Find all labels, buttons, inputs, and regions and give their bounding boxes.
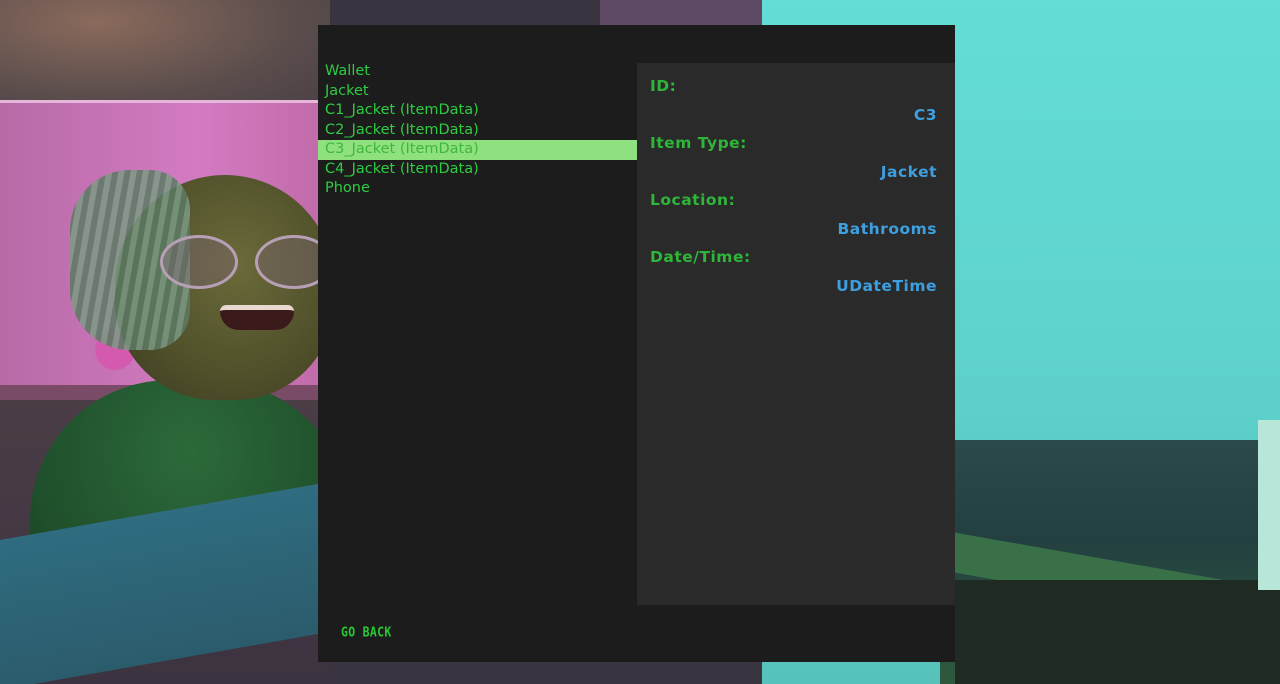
inventory-item-phone[interactable]: Phone <box>318 179 637 199</box>
detail-datetime-label: Date/Time: <box>650 248 751 266</box>
inventory-item-wallet[interactable]: Wallet <box>318 62 637 82</box>
scene-ceiling <box>0 0 330 110</box>
inventory-item-c4-jacket[interactable]: C4_Jacket (ItemData) <box>318 160 637 180</box>
detail-id-field: ID: C3 <box>650 76 937 125</box>
detail-id-value: C3 <box>913 106 937 124</box>
go-back-button[interactable]: GO BACK <box>341 624 392 640</box>
item-detail-panel: ID: C3 Item Type: Jacket Location: Bathr… <box>637 63 955 605</box>
inventory-item-jacket[interactable]: Jacket <box>318 82 637 102</box>
detail-location-field: Location: Bathrooms <box>650 190 937 239</box>
npc-glasses-left <box>160 235 238 289</box>
inventory-item-c1-jacket[interactable]: C1_Jacket (ItemData) <box>318 101 637 121</box>
detail-item-type-field: Item Type: Jacket <box>650 133 937 182</box>
detail-item-type-label: Item Type: <box>650 134 747 152</box>
detail-location-label: Location: <box>650 191 736 209</box>
scene-pillar <box>1258 420 1280 590</box>
detail-location-value: Bathrooms <box>837 220 937 238</box>
detail-datetime-field: Date/Time: UDateTime <box>650 247 937 296</box>
inventory-item-c3-jacket-selected[interactable]: C3_Jacket (ItemData) <box>318 140 637 160</box>
inventory-item-list: Wallet Jacket C1_Jacket (ItemData) C2_Ja… <box>318 62 637 199</box>
game-scene: Wallet Jacket C1_Jacket (ItemData) C2_Ja… <box>0 0 1280 684</box>
detail-item-type-value: Jacket <box>880 163 937 181</box>
detail-datetime-value: UDateTime <box>836 277 937 295</box>
npc-mouth <box>220 305 294 330</box>
inventory-item-c2-jacket[interactable]: C2_Jacket (ItemData) <box>318 121 637 141</box>
scene-bench-shadow <box>955 580 1280 684</box>
inventory-panel: Wallet Jacket C1_Jacket (ItemData) C2_Ja… <box>318 25 955 662</box>
detail-id-label: ID: <box>650 77 677 95</box>
